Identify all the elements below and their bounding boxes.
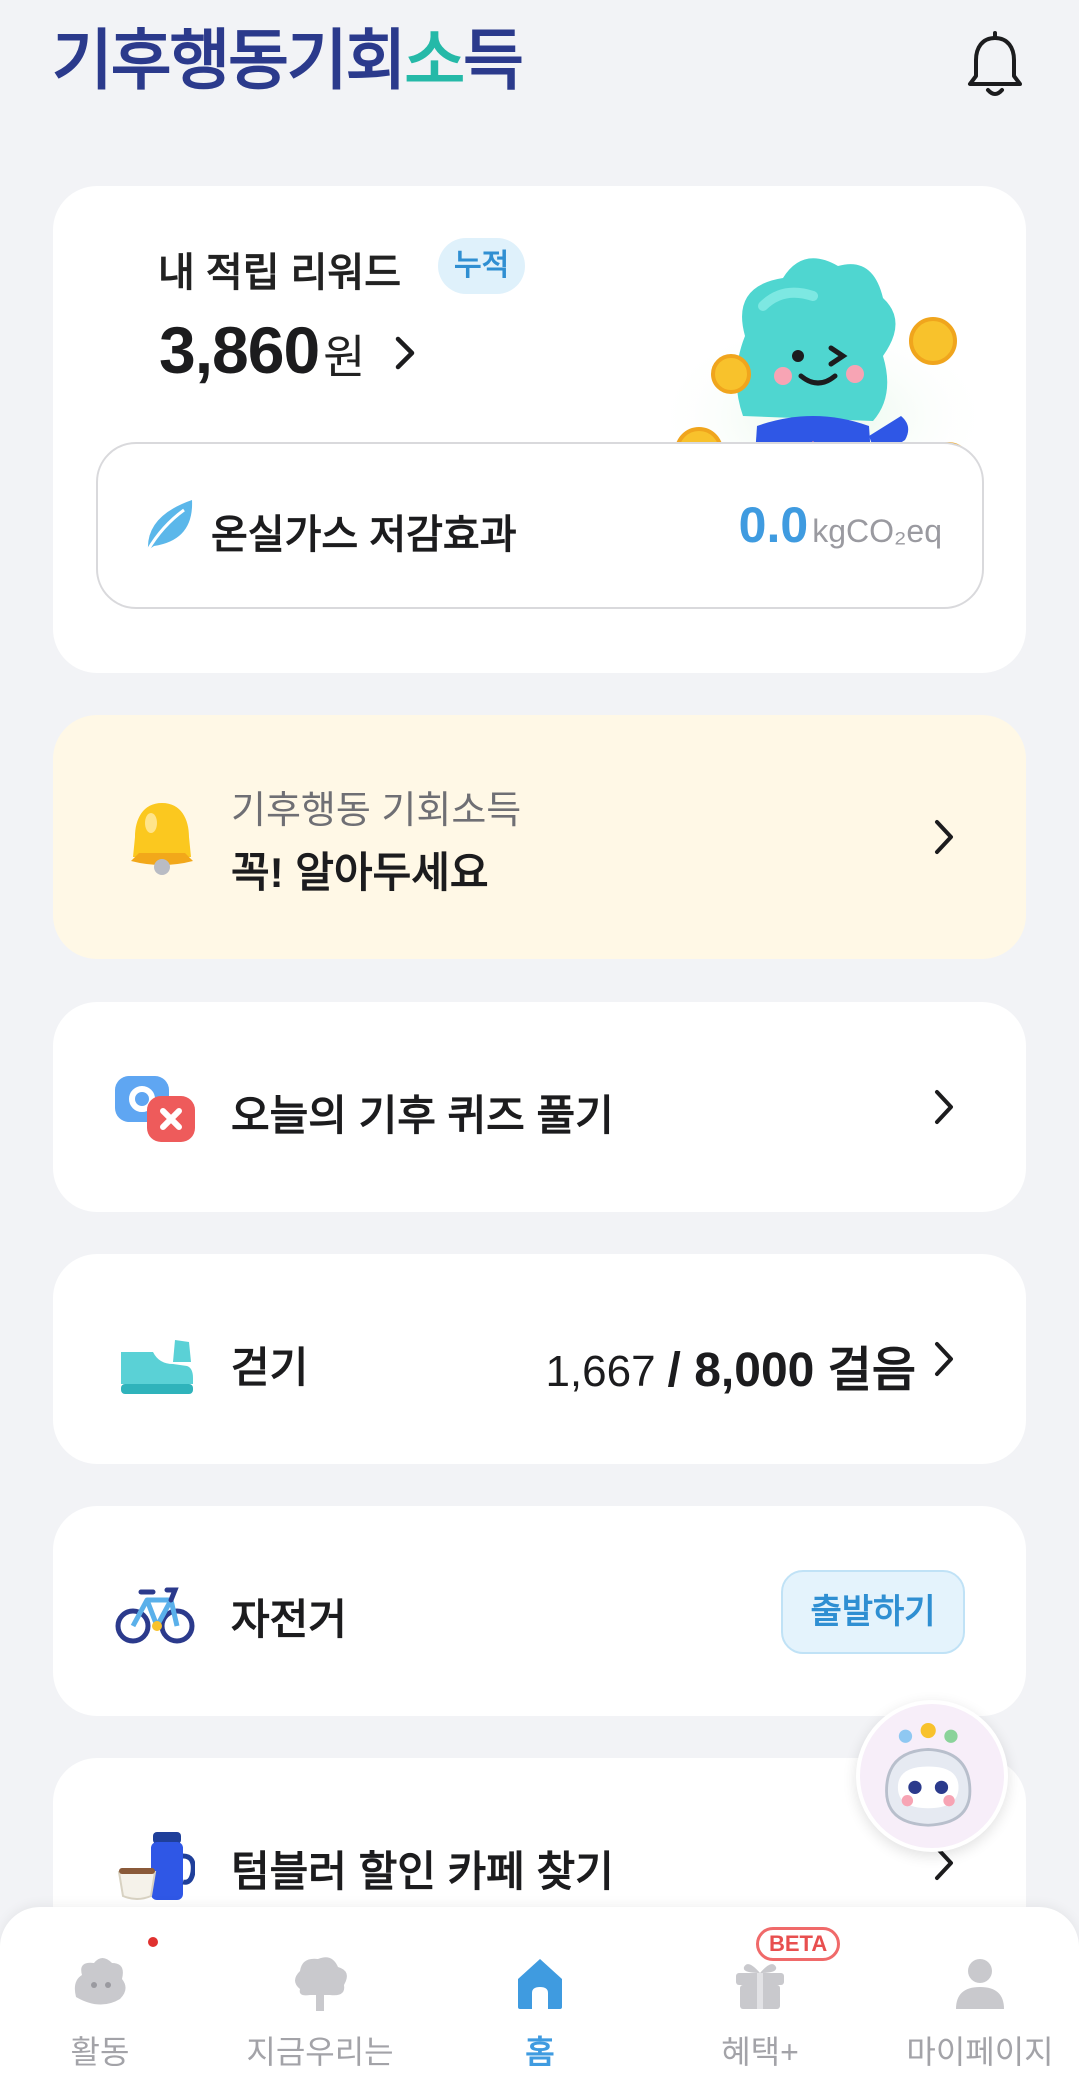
chevron-right-icon	[395, 336, 414, 370]
nav-item-benefits[interactable]: BETA 혜택+	[700, 1907, 841, 2085]
step-count: 1,667 / 8,000 걸음	[545, 1330, 916, 1400]
ghg-value-number: 0.0	[738, 497, 809, 553]
leaf-icon	[146, 500, 193, 551]
ghg-label: 온실가스 저감효과	[211, 513, 517, 557]
notice-subtitle: 기후행동 기회소득	[231, 790, 522, 832]
robot-mascot-icon	[885, 1722, 972, 1827]
bike-card[interactable]: 자전거 출발하기	[53, 1506, 1026, 1716]
goal-steps: / 8,000 걸음	[667, 1344, 916, 1397]
ghg-value-unit: kgCO₂eq	[812, 513, 942, 549]
person-icon	[956, 1959, 1004, 2009]
yellow-bell-icon	[131, 803, 193, 875]
nav-label-home: 홈	[525, 2034, 555, 2070]
nav-label-activity: 활동	[70, 2034, 130, 2070]
walk-card[interactable]: 걷기 1,667 / 8,000 걸음	[53, 1254, 1026, 1464]
notice-card[interactable]: 기후행동 기회소득 꼭! 알아두세요	[53, 715, 1026, 959]
quiz-title: 오늘의 기후 퀴즈 풀기	[231, 1092, 614, 1139]
beta-badge: BETA	[756, 1927, 841, 1961]
quiz-ox-icon	[115, 1076, 195, 1142]
chevron-right-icon	[935, 1342, 953, 1376]
current-steps: 1,667	[545, 1347, 656, 1396]
nav-item-now[interactable]: 지금우리는	[240, 1907, 400, 2085]
app-title-end: 득	[463, 22, 524, 99]
tree-icon	[295, 1957, 347, 2011]
chevron-right-icon	[935, 820, 953, 854]
nav-item-activity[interactable]: 활동	[40, 1907, 160, 2085]
tumbler-cup-icon	[117, 1832, 195, 1900]
walk-title: 걷기	[231, 1344, 309, 1391]
chatbot-floating-button[interactable]	[856, 1700, 1008, 1852]
app-header: 기후행동기회소득	[0, 0, 1079, 130]
reward-amount-value: 3,860	[159, 313, 320, 387]
sneaker-icon	[121, 1340, 193, 1394]
quiz-card[interactable]: 오늘의 기후 퀴즈 풀기	[53, 1002, 1026, 1212]
reward-amount-unit: 원	[323, 331, 366, 383]
tumbler-title: 텀블러 할인 카페 찾기	[231, 1848, 614, 1895]
bicycle-icon	[115, 1587, 195, 1644]
nav-label-benefits: 혜택+	[721, 2034, 799, 2070]
start-ride-button[interactable]: 출발하기	[781, 1570, 965, 1654]
reward-amount[interactable]: 3,860 원	[159, 312, 418, 388]
notice-title: 꼭! 알아두세요	[231, 849, 489, 896]
reward-card[interactable]: 내 적립 리워드 누적 3,860 원 온실가스 저감효과 0.0 kgCO₂e…	[53, 186, 1026, 673]
ghg-reduction-box: 온실가스 저감효과 0.0 kgCO₂eq	[96, 442, 984, 609]
app-title-main: 기후행동기회	[52, 22, 406, 99]
nav-label-mypage: 마이페이지	[906, 2034, 1054, 2070]
nav-label-now: 지금우리는	[246, 2034, 394, 2070]
app-title-accent: 소	[404, 22, 465, 99]
nav-item-mypage[interactable]: 마이페이지	[900, 1907, 1060, 2085]
activity-mascot-icon	[74, 1958, 126, 2005]
chevron-right-icon	[935, 1090, 953, 1124]
ghg-value: 0.0 kgCO₂eq	[739, 496, 942, 554]
cumulative-badge: 누적	[438, 238, 526, 294]
new-activity-dot	[148, 1937, 158, 1947]
bike-title: 자전거	[231, 1596, 347, 1643]
bottom-navigation: 활동 지금우리는 홈 BETA 혜택+ 마이페이지	[0, 1907, 1079, 2085]
nav-item-home[interactable]: 홈	[480, 1907, 600, 2085]
reward-label: 내 적립 리워드	[158, 251, 402, 295]
notification-bell-icon[interactable]	[964, 30, 1026, 102]
home-icon	[518, 1959, 562, 2009]
app-logo: 기후행동기회소득	[52, 22, 524, 100]
